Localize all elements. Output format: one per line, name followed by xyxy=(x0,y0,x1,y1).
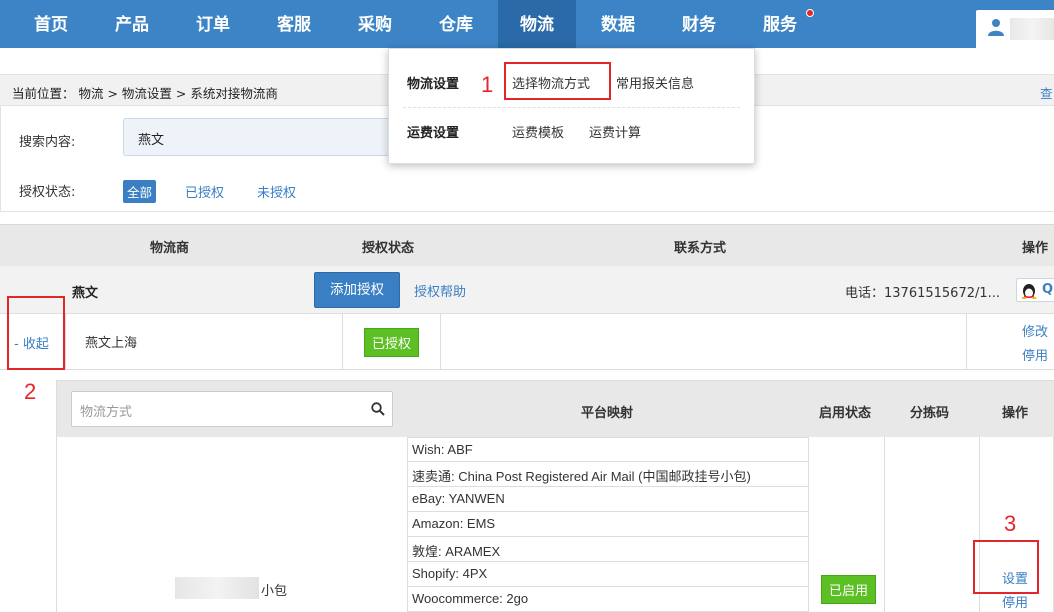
carrier-name: 燕文 xyxy=(72,286,99,301)
user-icon xyxy=(988,19,1004,36)
edit-account-link[interactable]: 修改 xyxy=(1022,321,1048,340)
annotation-1: 1 xyxy=(481,72,494,97)
mapping-dhgate: 敦煌: ARAMEX xyxy=(407,537,809,562)
header-platform-mapping: 平台映射 xyxy=(581,406,634,421)
mapping-wish: Wish: ABF xyxy=(407,437,809,462)
annotation-2: 2 xyxy=(24,379,37,404)
auth-status-label: 授权状态: xyxy=(19,185,76,200)
nav-logistics[interactable]: 物流 xyxy=(498,0,576,48)
row-divider xyxy=(966,314,967,370)
menu-divider xyxy=(403,107,740,108)
nav-products[interactable]: 产品 xyxy=(93,0,171,48)
nav-finance[interactable]: 财务 xyxy=(660,0,738,48)
method-search-input[interactable]: 物流方式 xyxy=(71,391,393,427)
nav-warehouse[interactable]: 仓库 xyxy=(417,0,495,48)
filter-all[interactable]: 全部 xyxy=(123,180,157,203)
breadcrumb-text: 当前位置： 物流 > 物流设置 > 系统对接物流商 xyxy=(12,86,278,101)
method-disable-link[interactable]: 停用 xyxy=(1002,592,1028,611)
account-row: - 收起 燕文上海 已授权 修改 停用 xyxy=(0,314,1054,370)
mapping-aliexpress: 速卖通: China Post Registered Air Mail (中国邮… xyxy=(407,462,809,487)
breadcrumb-right-link[interactable]: 查 xyxy=(1040,83,1053,102)
freight-calc-link[interactable]: 运费计算 xyxy=(589,122,641,141)
logistics-settings-title: 物流设置 xyxy=(407,77,460,92)
carrier-row: 燕文 添加授权 授权帮助 电话：13761515672/1... Q xyxy=(0,266,1054,314)
method-table-header: 物流方式 平台映射 启用状态 分拣码 操作 xyxy=(57,381,1054,437)
qq-label: Q xyxy=(1042,282,1054,297)
carrier-table-header: 物流商 授权状态 联系方式 操作 xyxy=(0,224,1054,266)
logistics-method-table: 物流方式 平台映射 启用状态 分拣码 操作 Wish: ABF 速卖通: Chi… xyxy=(56,380,1054,612)
nav-orders[interactable]: 订单 xyxy=(174,0,252,48)
row-divider xyxy=(440,314,441,370)
user-name-blurred xyxy=(1010,18,1054,40)
logistics-dropdown-menu: 物流设置 选择物流方式 常用报关信息 运费设置 运费模板 运费计算 xyxy=(388,48,755,164)
mapping-shopify: Shopify: 4PX xyxy=(407,562,809,587)
auth-help-link[interactable]: 授权帮助 xyxy=(414,281,466,300)
header-inner-actions: 操作 xyxy=(1002,406,1029,421)
disable-account-link[interactable]: 停用 xyxy=(1022,345,1048,364)
row-divider xyxy=(65,314,66,370)
highlight-box-3 xyxy=(973,540,1039,594)
annotation-3: 3 xyxy=(1004,511,1017,536)
header-auth-status: 授权状态 xyxy=(362,241,415,256)
freight-template-link[interactable]: 运费模板 xyxy=(512,122,564,141)
highlight-box-1 xyxy=(504,62,611,100)
nav-purchasing[interactable]: 采购 xyxy=(336,0,414,48)
header-actions: 操作 xyxy=(1022,241,1049,256)
nav-customer-service[interactable]: 客服 xyxy=(255,0,333,48)
mapping-amazon: Amazon: EMS xyxy=(407,512,809,537)
notification-dot xyxy=(806,9,814,17)
customs-info-link[interactable]: 常用报关信息 xyxy=(616,73,694,92)
enabled-badge: 已启用 xyxy=(821,575,877,604)
filter-authorized[interactable]: 已授权 xyxy=(185,182,224,201)
top-nav: 首页 产品 订单 客服 采购 仓库 物流 数据 财务 服务 xyxy=(0,0,1054,48)
highlight-box-2 xyxy=(7,296,65,370)
qq-penguin-icon xyxy=(1021,284,1037,299)
header-enable-status: 启用状态 xyxy=(819,406,872,421)
col-divider xyxy=(884,437,885,612)
authorized-badge: 已授权 xyxy=(364,328,420,357)
search-input[interactable]: 燕文 xyxy=(123,118,393,156)
nav-services[interactable]: 服务 xyxy=(741,0,819,48)
filter-unauthorized[interactable]: 未授权 xyxy=(257,182,296,201)
nav-home[interactable]: 首页 xyxy=(12,0,90,48)
account-name: 燕文上海 xyxy=(85,336,138,351)
carrier-phone: 电话：13761515672/1... xyxy=(845,286,1001,301)
row-divider xyxy=(342,314,343,370)
mapping-woocommerce: Woocommerce: 2go xyxy=(407,587,809,612)
user-menu[interactable] xyxy=(976,10,1054,48)
search-icon[interactable] xyxy=(371,402,385,416)
method-name-suffix: 小包 xyxy=(261,584,288,599)
nav-data[interactable]: 数据 xyxy=(579,0,657,48)
header-contact: 联系方式 xyxy=(674,241,727,256)
mapping-ebay: eBay: YANWEN xyxy=(407,487,809,512)
add-authorization-button[interactable]: 添加授权 xyxy=(314,272,400,308)
method-name-blurred xyxy=(175,577,259,599)
qq-contact-button[interactable]: Q xyxy=(1016,278,1054,302)
header-carrier: 物流商 xyxy=(150,241,190,256)
search-label: 搜索内容: xyxy=(19,135,76,150)
freight-settings-title: 运费设置 xyxy=(407,126,460,141)
header-sorting-code: 分拣码 xyxy=(910,406,950,421)
